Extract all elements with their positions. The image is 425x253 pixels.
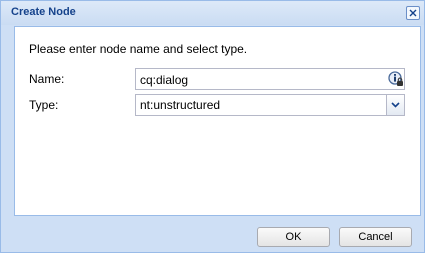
cancel-button[interactable]: Cancel [339,227,412,247]
close-button[interactable] [406,6,420,20]
create-node-dialog: Create Node Please enter node name and s… [0,0,425,253]
name-label: Name: [29,72,65,86]
ok-button[interactable]: OK [257,227,330,247]
chevron-down-icon [391,102,400,108]
dialog-titlebar[interactable]: Create Node [1,1,424,25]
type-selected-value: nt:unstructured [140,98,221,112]
type-dropdown-trigger[interactable] [386,95,404,115]
type-select[interactable]: nt:unstructured [135,94,405,116]
type-label: Type: [29,98,59,112]
instruction-text: Please enter node name and select type. [29,42,248,56]
close-icon [409,9,417,17]
dialog-body: Please enter node name and select type. … [14,26,421,216]
name-input[interactable] [135,68,405,90]
info-lock-icon[interactable] [388,71,404,87]
dialog-title: Create Node [11,6,76,18]
